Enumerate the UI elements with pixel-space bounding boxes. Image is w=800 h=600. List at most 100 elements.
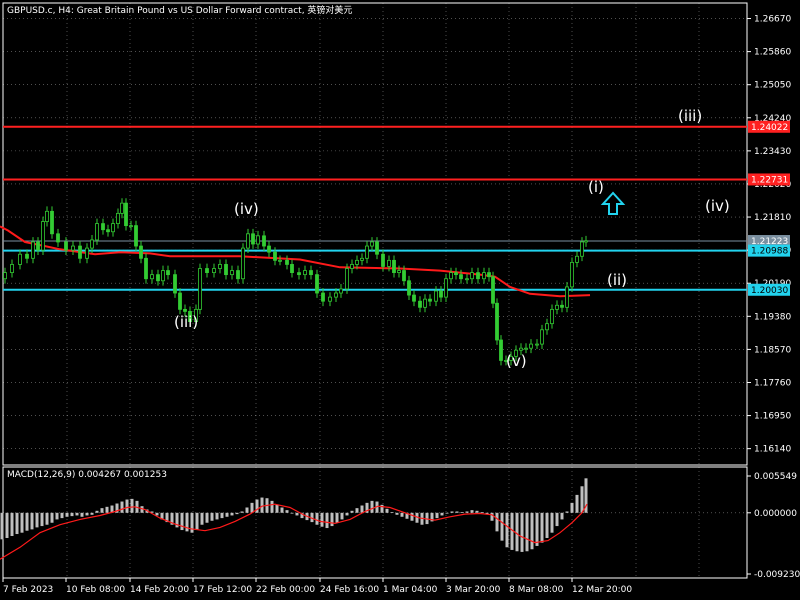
candle-body [18,253,22,265]
macd-bar [45,512,49,525]
candle-body [321,292,325,302]
candle-body [355,259,359,265]
candle-body [36,241,40,251]
candle-body [10,264,14,274]
candle-body [444,278,448,298]
candle-body [309,270,313,276]
macd-bar [445,512,449,514]
time-axis-label: 7 Feb 2023 [3,585,53,595]
candle-body [101,223,105,231]
candle-body [454,272,458,276]
candle-body [144,257,148,280]
macd-bar [60,512,64,519]
candle-body [236,270,240,280]
price-badge-label: 1.20030 [751,286,788,296]
time-axis-label: 12 Mar 20:00 [572,585,632,595]
candle-body [449,272,453,280]
macd-bar [5,512,9,538]
candle-body [476,272,480,280]
macd-bar [565,511,569,513]
candle-body [85,247,89,259]
macd-bar [495,512,499,532]
macd-bar [320,512,324,527]
macd-bar [480,512,484,513]
candle-body [71,245,75,251]
candle-body [111,223,115,233]
candle-body [482,272,486,280]
macd-bar [100,508,104,513]
candle-body [139,245,143,259]
macd-bar [70,512,74,517]
price-axis-label: 1.16140 [754,445,791,455]
candle-body [224,264,228,276]
price-axis-label: 1.17760 [754,378,791,388]
candle-body [529,343,533,349]
macd-bar [285,510,289,513]
price-badge-label: 1.20988 [751,247,788,257]
candle-body [183,308,187,312]
macd-bar [325,512,329,529]
candle-body [555,304,559,310]
macd-bar [340,512,344,520]
candle-body [106,229,110,233]
candle-body [297,272,301,276]
candle-body [31,241,35,259]
macd-bar [455,511,459,513]
candle-body [45,210,49,222]
candle-body [439,290,443,298]
candle-body [166,270,170,276]
candle-body [50,210,54,235]
time-axis-label: 3 Mar 20:00 [446,585,501,595]
price-axis-label: 1.18570 [754,345,791,355]
candle-body [3,272,7,280]
candle-body [41,221,45,251]
macd-bar [20,512,24,533]
macd-bar [295,512,299,516]
time-axis-label: 1 Mar 04:00 [383,585,438,595]
candle-body [315,274,319,294]
candle-body [246,233,250,249]
macd-bar [125,499,129,513]
price-badge-label: 1.24022 [751,123,788,133]
macd-bar [55,512,59,520]
candle-body [290,264,294,274]
candle-body [499,339,503,361]
candle-body [575,255,579,263]
macd-bar [10,512,14,537]
wave-label-ii: (ii) [607,271,627,289]
candle-body [124,202,128,227]
candle-body [129,225,133,228]
macd-bar [120,501,124,513]
macd-bar [215,512,219,520]
macd-bar [520,512,524,552]
macd-bar [580,486,584,513]
macd-bar [390,512,394,513]
candle-body [262,235,266,247]
macd-label: MACD(12,26,9) 0.004267 0.001253 [7,470,167,480]
macd-axis-label: 0.005549 [754,472,797,482]
macd-bar [240,511,244,513]
macd-bar [290,512,294,514]
time-axis-label: 8 Mar 08:00 [509,585,564,595]
macd-axis-label: 0.000000 [754,509,797,519]
macd-bar [220,512,224,519]
wave-label-iii-left: (iii) [174,313,198,331]
trading-chart[interactable]: GBPUSD.c, H4: Great Britain Pound vs US … [0,0,800,600]
macd-bar [370,500,374,513]
candle-body [360,257,364,261]
wave-label-iv-left: (iv) [234,200,259,218]
candle-body [423,298,427,308]
candle-body [365,245,369,259]
macd-bar [75,512,79,516]
candle-body [134,225,138,247]
candle-body [205,268,209,274]
macd-bar [155,512,159,516]
macd-bar [550,512,554,533]
macd-bar [505,512,509,548]
candle-body [470,272,474,280]
candle-body [434,290,438,302]
macd-bar [330,512,334,527]
candle-body [218,264,222,269]
macd-bar [315,512,319,525]
candle-body [339,288,343,294]
